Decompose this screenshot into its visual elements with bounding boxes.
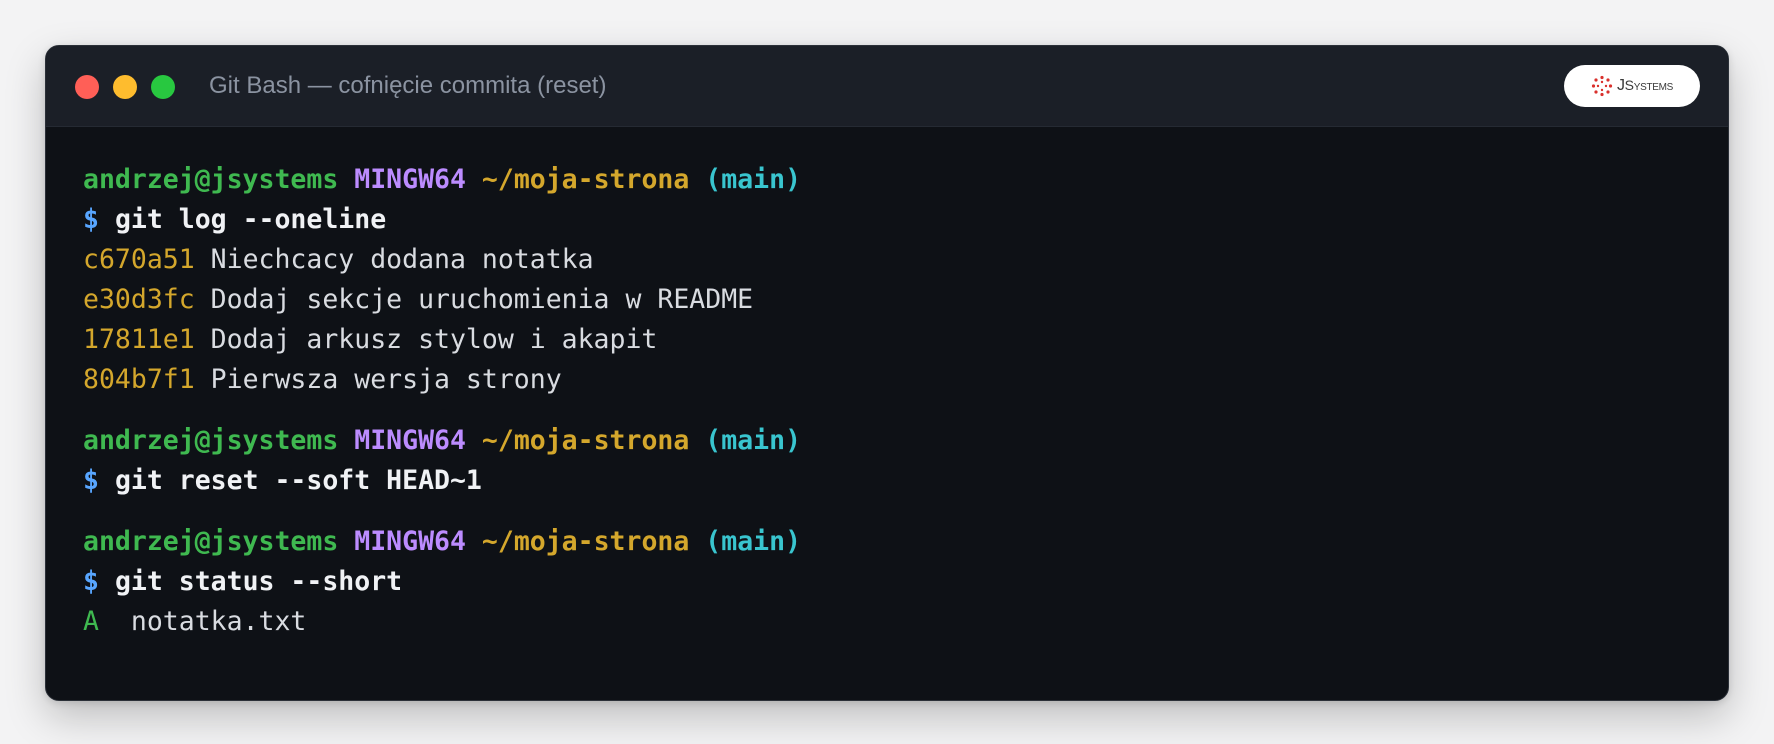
prompt-path: ~/moja-strona [481,425,690,456]
prompt-shell: MINGW64 [354,526,466,557]
commit-message: Pierwsza wersja strony [210,364,562,395]
prompt-path: ~/moja-strona [481,164,690,195]
prompt-line: andrzej@jsystems MINGW64 ~/moja-strona (… [83,421,1698,461]
command-text: git reset --soft HEAD~1 [114,465,482,496]
prompt-user-host: andrzej@jsystems [83,526,339,557]
prompt-line: andrzej@jsystems MINGW64 ~/moja-strona (… [83,160,1698,200]
command-text: git log --oneline [114,204,387,235]
commit-hash: c670a51 [83,244,195,275]
commit-hash: e30d3fc [83,284,195,315]
prompt-branch: (main) [705,526,802,557]
prompt-branch: (main) [705,425,802,456]
prompt-symbol: $ [83,566,99,597]
minimize-window-button[interactable] [113,75,137,99]
prompt-path: ~/moja-strona [481,526,690,557]
prompt-branch: (main) [705,164,802,195]
window-title: Git Bash — cofnięcie commita (reset) [209,72,607,99]
terminal-window: Git Bash — cofnięcie commita (reset) JSy… [45,45,1729,701]
commit-hash: 17811e1 [83,324,195,355]
jsystems-logo: JSystems [1564,65,1700,107]
maximize-window-button[interactable] [151,75,175,99]
prompt-user-host: andrzej@jsystems [83,425,339,456]
prompt-line: andrzej@jsystems MINGW64 ~/moja-strona (… [83,522,1698,562]
commit-message: Dodaj sekcje uruchomienia w README [210,284,754,315]
jsystems-logo-icon [1591,75,1613,97]
prompt-shell: MINGW64 [354,425,466,456]
command-text: git status --short [114,566,403,597]
title-bar[interactable]: Git Bash — cofnięcie commita (reset) JSy… [46,46,1728,127]
commit-message: Niechcacy dodana notatka [210,244,594,275]
status-entry: A notatka.txt [83,602,1698,642]
terminal-output[interactable]: andrzej@jsystems MINGW64 ~/moja-strona (… [83,160,1698,642]
command-line: $ git reset --soft HEAD~1 [83,461,1698,501]
log-entry: c670a51 Niechcacy dodana notatka [83,240,1698,280]
close-window-button[interactable] [75,75,99,99]
prompt-shell: MINGW64 [354,164,466,195]
prompt-user-host: andrzej@jsystems [83,164,339,195]
commit-hash: 804b7f1 [83,364,195,395]
log-entry: 17811e1 Dodaj arkusz stylow i akapit [83,320,1698,360]
command-line: $ git log --oneline [83,200,1698,240]
status-file: notatka.txt [130,606,307,637]
prompt-symbol: $ [83,204,99,235]
command-line: $ git status --short [83,562,1698,602]
log-entry: e30d3fc Dodaj sekcje uruchomienia w READ… [83,280,1698,320]
prompt-symbol: $ [83,465,99,496]
status-flag: A [83,606,99,637]
logo-text: JSystems [1616,77,1674,94]
log-entry: 804b7f1 Pierwsza wersja strony [83,360,1698,400]
commit-message: Dodaj arkusz stylow i akapit [210,324,658,355]
